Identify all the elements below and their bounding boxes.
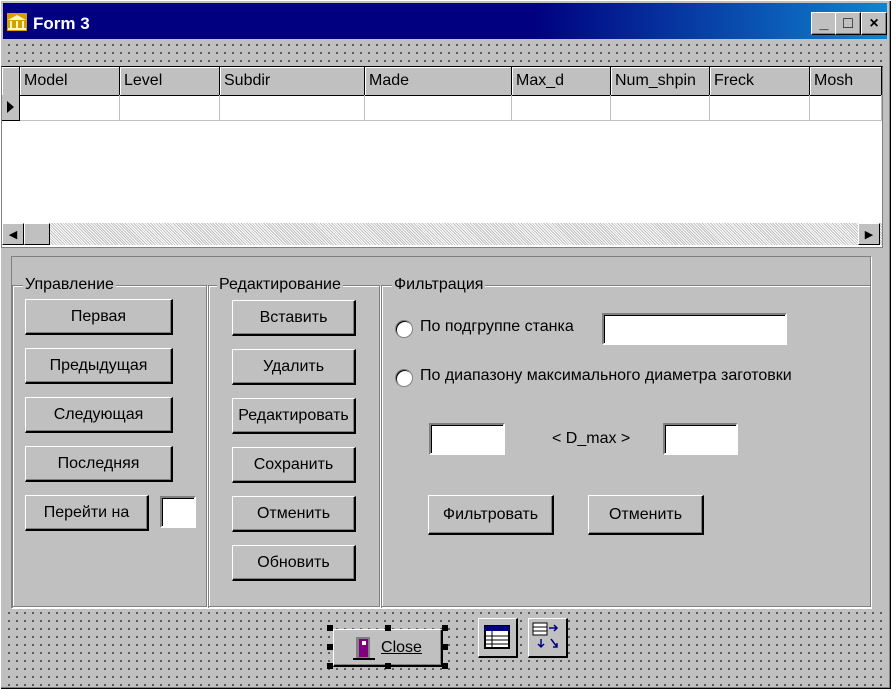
subgroup-filter-radio[interactable] [395,320,413,338]
data-grid[interactable]: Model Level Subdir Made Max_d Num_shpin … [1,66,883,248]
d-max-min-input[interactable] [429,423,505,455]
close-button-label: Close [381,638,422,656]
selection-handle[interactable] [327,663,333,669]
grid-cell[interactable] [120,95,220,121]
selection-handle[interactable] [327,644,333,650]
selection-handle[interactable] [327,625,333,631]
grid-cell[interactable] [512,95,611,121]
col-made[interactable]: Made [365,67,512,95]
save-button[interactable]: Сохранить [232,447,356,483]
close-window-button[interactable]: × [861,12,887,35]
minimize-button[interactable]: _ [811,12,837,35]
window-title: Form 3 [33,14,90,33]
selection-handle[interactable] [385,663,391,669]
grid-cell[interactable] [810,95,882,121]
title-bar[interactable]: Form 3 _ □ × [3,3,887,39]
edit-button[interactable]: Редактировать [232,398,356,434]
current-row-arrow-icon [7,101,14,113]
selection-handle[interactable] [442,663,448,669]
col-subdir[interactable]: Subdir [220,67,365,95]
filter-group-label: Фильтрация [392,276,486,294]
scroll-left-button[interactable]: ◀ [2,223,24,245]
editing-group-label: Редактирование [217,276,343,294]
selection-handle[interactable] [442,625,448,631]
d-max-max-input[interactable] [663,423,738,455]
previous-button[interactable]: Предыдущая [25,348,173,384]
filter-group: Фильтрация По подгруппе станка По диапаз… [381,276,871,607]
form-window: Form 3 _ □ × Model Level Subdir Made Max… [0,0,892,690]
grid-cell[interactable] [365,95,512,121]
subgroup-input[interactable] [602,313,787,345]
grid-cell[interactable] [220,95,365,121]
apply-filter-button[interactable]: Фильтровать [428,495,554,535]
insert-button[interactable]: Вставить [232,300,356,336]
data-link-icon [532,622,559,649]
selection-handle[interactable] [385,625,391,631]
controls-panel: Управление Первая Предыдущая Следующая П… [11,256,871,608]
col-model[interactable]: Model [20,67,120,95]
navigation-group-label: Управление [23,276,116,294]
range-filter-label: По диапазону максимального диаметра заго… [420,367,792,384]
scroll-right-button[interactable]: ▶ [858,223,880,245]
next-button[interactable]: Следующая [25,397,173,433]
subgroup-filter-label: По подгруппе станка [420,318,574,335]
first-button[interactable]: Первая [25,299,173,335]
grid-header: Model Level Subdir Made Max_d Num_shpin … [2,67,882,96]
selection-handle[interactable] [442,644,448,650]
design-grid-top [5,41,885,63]
grid-cell[interactable] [20,95,120,121]
col-level[interactable]: Level [120,67,220,95]
header-corner [2,67,20,95]
datasource-component[interactable] [478,618,518,658]
cancel-edit-button[interactable]: Отменить [232,496,356,532]
door-exit-icon [353,636,376,660]
query-component[interactable] [528,618,568,658]
navigation-group: Управление Первая Предыдущая Следующая П… [12,276,207,607]
horizontal-scrollbar[interactable]: ◀ ▶ [2,223,882,245]
editing-group: Редактирование Вставить Удалить Редактир… [208,276,380,607]
goto-button[interactable]: Перейти на [25,495,149,531]
cancel-filter-button[interactable]: Отменить [588,495,704,535]
maximize-button[interactable]: □ [835,12,861,35]
d-max-range-label: < D_max > [552,430,631,447]
col-num-shpin[interactable]: Num_shpin [611,67,710,95]
table-icon [484,625,510,649]
row-indicator[interactable] [2,95,20,121]
last-button[interactable]: Последняя [25,446,173,482]
scroll-thumb[interactable] [24,223,50,245]
grid-cell[interactable] [710,95,810,121]
col-freck[interactable]: Freck [710,67,810,95]
goto-record-input[interactable] [160,496,196,528]
delete-button[interactable]: Удалить [232,349,356,385]
range-filter-radio[interactable] [395,369,413,387]
col-max-d[interactable]: Max_d [512,67,611,95]
close-button[interactable]: Close [333,629,443,667]
col-mosh[interactable]: Mosh [810,67,882,95]
grid-cell[interactable] [611,95,710,121]
app-icon [7,13,27,31]
refresh-button[interactable]: Обновить [232,545,356,581]
